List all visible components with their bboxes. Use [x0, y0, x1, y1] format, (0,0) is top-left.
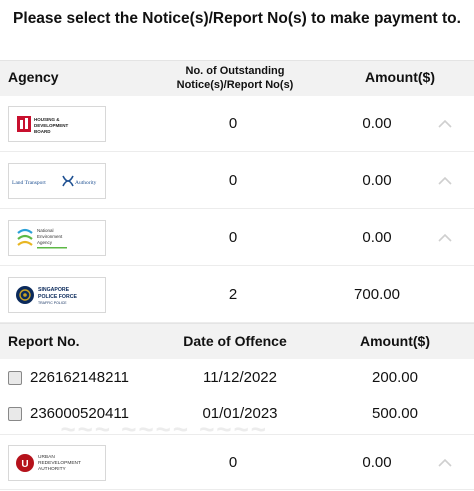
svg-text:Authority: Authority	[75, 180, 97, 186]
svg-text:Land Transport: Land Transport	[12, 180, 46, 186]
hdb-logo: HOUSING & DEVELOPMENT BOARD	[8, 106, 106, 142]
agency-count: 0	[228, 454, 238, 471]
svg-text:AUTHORITY: AUTHORITY	[38, 466, 67, 472]
svg-text:TRAFFIC POLICE: TRAFFIC POLICE	[38, 301, 67, 305]
report-checkbox[interactable]	[8, 407, 22, 421]
spf-logo: SINGAPORE POLICE FORCE TRAFFIC POLICE	[8, 277, 106, 313]
agency-amount: 0.00	[362, 229, 392, 246]
agency-table-header: Agency No. of Outstanding Notice(s)/Repo…	[0, 60, 474, 96]
report-checkbox[interactable]	[8, 371, 22, 385]
report-amount: 200.00	[372, 369, 418, 386]
offence-date: 11/12/2022	[203, 369, 277, 386]
header-date-of-offence: Date of Offence	[183, 333, 287, 349]
agency-row-ura[interactable]: U URBAN REDEVELOPMENT AUTHORITY 0 0.00	[0, 434, 474, 490]
report-number: 236000520411	[30, 405, 129, 422]
agency-row-nea[interactable]: National Environment Agency 0 0.00	[0, 210, 474, 266]
report-table-header: Report No. Date of Offence Amount($)	[0, 323, 474, 359]
header-amount: Amount($)	[365, 69, 435, 85]
agency-count: 2	[228, 286, 238, 303]
svg-text:BOARD: BOARD	[34, 129, 51, 134]
agency-row-spf[interactable]: SINGAPORE POLICE FORCE TRAFFIC POLICE 2 …	[0, 267, 474, 323]
agency-row-hdb[interactable]: HOUSING & DEVELOPMENT BOARD 0 0.00	[0, 96, 474, 152]
chevron-up-icon[interactable]	[437, 175, 453, 187]
header-agency: Agency	[8, 69, 59, 85]
ura-logo: U URBAN REDEVELOPMENT AUTHORITY	[8, 445, 106, 481]
nea-logo: National Environment Agency	[8, 220, 106, 256]
report-number: 226162148211	[30, 369, 129, 386]
svg-text:Agency: Agency	[37, 240, 53, 245]
page-title: Please select the Notice(s)/Report No(s)…	[13, 10, 461, 27]
agency-count: 0	[228, 229, 238, 246]
offence-date: 01/01/2023	[202, 405, 278, 422]
svg-text:SINGAPORE: SINGAPORE	[38, 287, 70, 293]
svg-text:U: U	[21, 459, 28, 470]
report-row[interactable]: 236000520411 01/01/2023 500.00	[0, 396, 474, 432]
svg-text:POLICE FORCE: POLICE FORCE	[38, 294, 77, 300]
chevron-up-icon[interactable]	[437, 232, 453, 244]
agency-amount: 0.00	[362, 454, 392, 471]
agency-count: 0	[228, 115, 238, 132]
svg-text:REDEVELOPMENT: REDEVELOPMENT	[38, 460, 81, 466]
agency-amount: 0.00	[362, 172, 392, 189]
agency-row-lta[interactable]: Land Transport Authority 0 0.00	[0, 153, 474, 209]
agency-amount: 700.00	[354, 286, 400, 303]
chevron-up-icon[interactable]	[437, 118, 453, 130]
svg-text:National: National	[37, 228, 54, 233]
svg-text:Environment: Environment	[37, 234, 63, 239]
svg-text:HOUSING &: HOUSING &	[34, 117, 60, 122]
report-row[interactable]: 226162148211 11/12/2022 200.00	[0, 360, 474, 396]
svg-text:URBAN: URBAN	[38, 454, 55, 460]
agency-amount: 0.00	[362, 115, 392, 132]
header-report-amount: Amount($)	[360, 333, 430, 349]
header-outstanding-count: No. of Outstanding Notice(s)/Report No(s…	[176, 65, 294, 91]
agency-count: 0	[228, 172, 238, 189]
header-report-no: Report No.	[8, 333, 80, 349]
lta-logo: Land Transport Authority	[8, 163, 106, 199]
report-amount: 500.00	[372, 405, 418, 422]
svg-text:DEVELOPMENT: DEVELOPMENT	[34, 123, 69, 128]
chevron-up-icon[interactable]	[437, 457, 453, 469]
